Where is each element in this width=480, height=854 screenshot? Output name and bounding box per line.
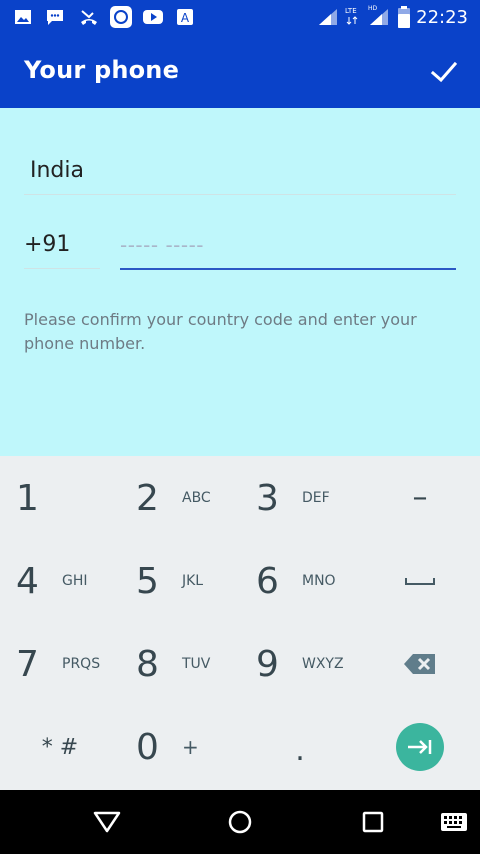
key-letters: +: [182, 735, 199, 759]
numeric-keypad: 1 2 ABC 3 DEF – 4 GHI 5 JKL 6 MNO 7 PRQS…: [0, 456, 480, 790]
page-title: Your phone: [24, 56, 180, 84]
signal-icon: [318, 8, 338, 26]
key-0[interactable]: 0 +: [120, 705, 240, 788]
home-icon: [228, 810, 252, 834]
key-digit: 4: [16, 561, 39, 602]
key-space[interactable]: [360, 539, 480, 622]
next-button[interactable]: [396, 722, 444, 771]
key-letters: WXYZ: [302, 656, 344, 672]
keyboard-switch-button[interactable]: [436, 806, 472, 838]
key-digit: 5: [136, 561, 159, 602]
period-symbol: .: [295, 733, 305, 768]
recents-button[interactable]: [355, 806, 391, 838]
key-8[interactable]: 8 TUV: [120, 622, 240, 705]
country-code-field[interactable]: +91: [24, 228, 100, 269]
phone-number-field[interactable]: [120, 228, 456, 270]
status-bar: A LTE HD 22:23: [0, 0, 480, 34]
app-icon: [110, 6, 132, 28]
dash-symbol: –: [412, 480, 428, 515]
home-button[interactable]: [222, 806, 258, 838]
message-icon: [46, 8, 64, 26]
key-digit: 6: [256, 561, 279, 602]
key-digit: 7: [16, 644, 39, 685]
app-bar: Your phone: [0, 34, 480, 108]
hint-text: Please confirm your country code and ent…: [24, 310, 417, 353]
key-letters: MNO: [302, 573, 336, 589]
key-letters: ABC: [182, 490, 211, 506]
key-4[interactable]: 4 GHI: [0, 539, 120, 622]
key-letters: DEF: [302, 490, 330, 506]
phone-number-input[interactable]: [120, 230, 456, 260]
key-3[interactable]: 3 DEF: [240, 456, 360, 539]
confirm-button[interactable]: [426, 54, 462, 90]
missed-call-icon: [80, 8, 98, 26]
key-2[interactable]: 2 ABC: [120, 456, 240, 539]
battery-icon: [398, 6, 410, 28]
key-5[interactable]: 5 JKL: [120, 539, 240, 622]
image-icon: [14, 8, 32, 26]
country-field[interactable]: India: [24, 148, 456, 195]
key-letters: TUV: [182, 656, 211, 672]
next-tab-icon: [408, 739, 432, 754]
key-period[interactable]: .: [240, 705, 360, 788]
back-button[interactable]: [89, 806, 125, 838]
key-6[interactable]: 6 MNO: [240, 539, 360, 622]
key-7[interactable]: 7 PRQS: [0, 622, 120, 705]
key-letters: PRQS: [62, 656, 101, 672]
phone-form: India +91 Please confirm your country co…: [0, 108, 480, 456]
key-next[interactable]: [360, 705, 480, 788]
key-letters: GHI: [62, 573, 88, 589]
star-hash-symbol: * #: [41, 735, 79, 760]
key-star-hash[interactable]: * #: [0, 705, 120, 788]
hd-label: HD: [368, 5, 378, 12]
keyboard-a-icon: A: [176, 8, 194, 26]
key-1[interactable]: 1: [0, 456, 120, 539]
navigation-bar: [0, 790, 480, 854]
check-icon: [430, 61, 458, 83]
country-code-value: +91: [24, 232, 71, 257]
keyboard-icon: [441, 813, 467, 831]
country-value: India: [30, 158, 84, 183]
recents-icon: [362, 811, 384, 833]
key-9[interactable]: 9 WXYZ: [240, 622, 360, 705]
lte-icon: LTE: [344, 5, 362, 25]
svg-text:A: A: [181, 11, 190, 25]
key-digit: 2: [136, 478, 159, 519]
key-dash[interactable]: –: [360, 456, 480, 539]
key-digit: 8: [136, 644, 159, 685]
key-digit: 3: [256, 478, 279, 519]
youtube-icon: [142, 8, 164, 26]
key-digit: 0: [136, 727, 159, 768]
key-digit: 1: [16, 478, 39, 519]
key-letters: JKL: [182, 573, 204, 589]
key-backspace[interactable]: [360, 622, 480, 705]
lte-label: LTE: [345, 7, 357, 15]
next-key: [360, 705, 480, 788]
back-icon: [93, 811, 121, 833]
space-icon: [360, 539, 480, 622]
status-time: 22:23: [416, 7, 468, 28]
hd-signal-icon: HD: [366, 4, 390, 25]
key-digit: 9: [256, 644, 279, 685]
backspace-icon: [360, 622, 480, 705]
